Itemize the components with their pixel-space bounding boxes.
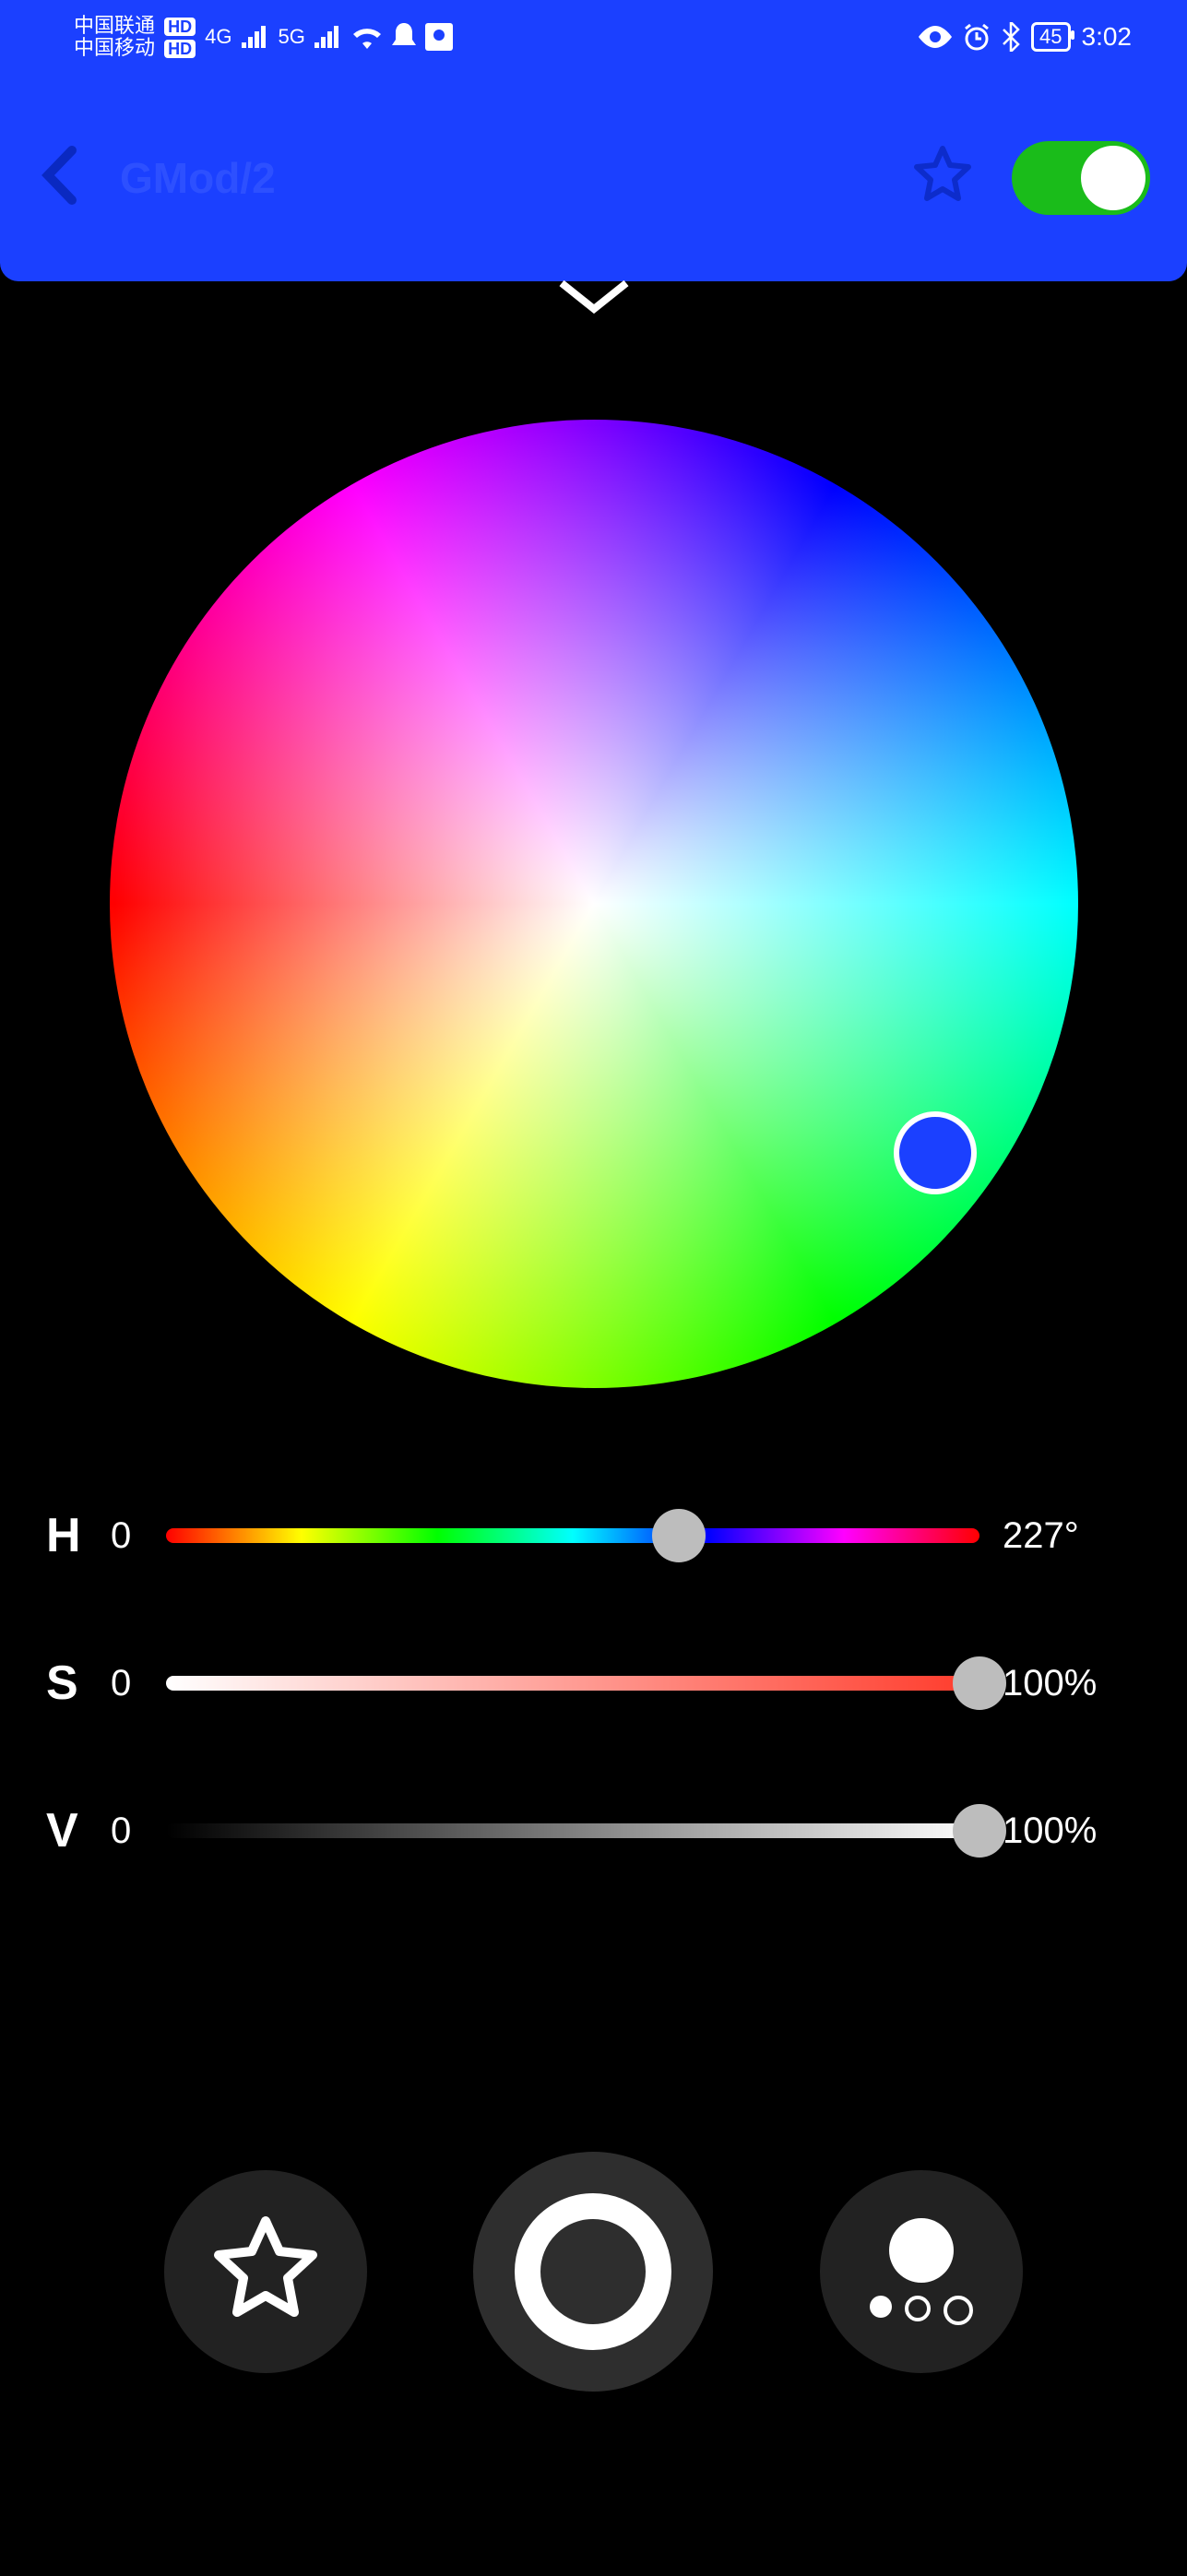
wifi-icon xyxy=(351,25,383,49)
value-value: 100% xyxy=(1003,1810,1141,1852)
carrier-1: 中国联通 HD xyxy=(74,15,196,37)
hd-badge-1: HD xyxy=(164,18,196,36)
hue-row: H 0 227° xyxy=(46,1508,1141,1563)
color-wheel[interactable] xyxy=(110,420,1078,1388)
modes-button[interactable] xyxy=(820,2170,1023,2373)
hsv-sliders: H 0 227° S 0 100% V 0 100% xyxy=(46,1508,1141,1858)
back-button[interactable] xyxy=(37,143,83,212)
hd-badge-2: HD xyxy=(164,40,196,58)
alarm-icon xyxy=(963,23,991,51)
toggle-knob xyxy=(1081,146,1145,210)
saturation-slider[interactable] xyxy=(166,1676,979,1691)
value-thumb[interactable] xyxy=(953,1804,1006,1858)
bluetooth-icon xyxy=(1002,22,1020,52)
color-picker-handle[interactable] xyxy=(894,1111,977,1194)
saturation-label: S xyxy=(46,1656,88,1711)
network-4g: 4G xyxy=(205,25,231,49)
clock-time: 3:02 xyxy=(1082,22,1133,52)
power-button[interactable] xyxy=(473,2152,713,2392)
favorite-button[interactable] xyxy=(910,143,975,212)
app-icon xyxy=(425,23,453,51)
battery-level: 45 xyxy=(1031,22,1070,52)
value-label: V xyxy=(46,1803,88,1858)
notification-icon xyxy=(392,23,416,51)
hue-thumb[interactable] xyxy=(652,1509,706,1562)
saturation-row: S 0 100% xyxy=(46,1656,1141,1711)
status-bar: 中国联通 HD 中国移动 HD 4G 5G 45 3:02 xyxy=(0,0,1187,74)
eye-icon xyxy=(919,26,952,48)
signal-icon-2 xyxy=(315,26,342,48)
power-toggle[interactable] xyxy=(1012,141,1150,215)
value-slider[interactable] xyxy=(166,1823,979,1838)
hue-value: 227° xyxy=(1003,1515,1141,1557)
value-min: 0 xyxy=(111,1810,143,1852)
app-bar: GMod/2 xyxy=(0,74,1187,281)
ring-icon xyxy=(515,2193,671,2350)
saturation-thumb[interactable] xyxy=(953,1656,1006,1710)
modes-icon xyxy=(870,2218,973,2325)
bottom-actions xyxy=(0,2152,1187,2392)
favorites-button[interactable] xyxy=(164,2170,367,2373)
value-row: V 0 100% xyxy=(46,1803,1141,1858)
saturation-min: 0 xyxy=(111,1663,143,1704)
saturation-value: 100% xyxy=(1003,1663,1141,1704)
page-title: GMod/2 xyxy=(120,153,276,203)
network-5g: 5G xyxy=(279,25,305,49)
carrier-2: 中国移动 HD xyxy=(74,37,196,59)
hue-label: H xyxy=(46,1508,88,1563)
signal-icon xyxy=(242,26,269,48)
expand-chevron[interactable] xyxy=(0,272,1187,346)
hue-min: 0 xyxy=(111,1515,143,1557)
hue-slider[interactable] xyxy=(166,1528,979,1543)
